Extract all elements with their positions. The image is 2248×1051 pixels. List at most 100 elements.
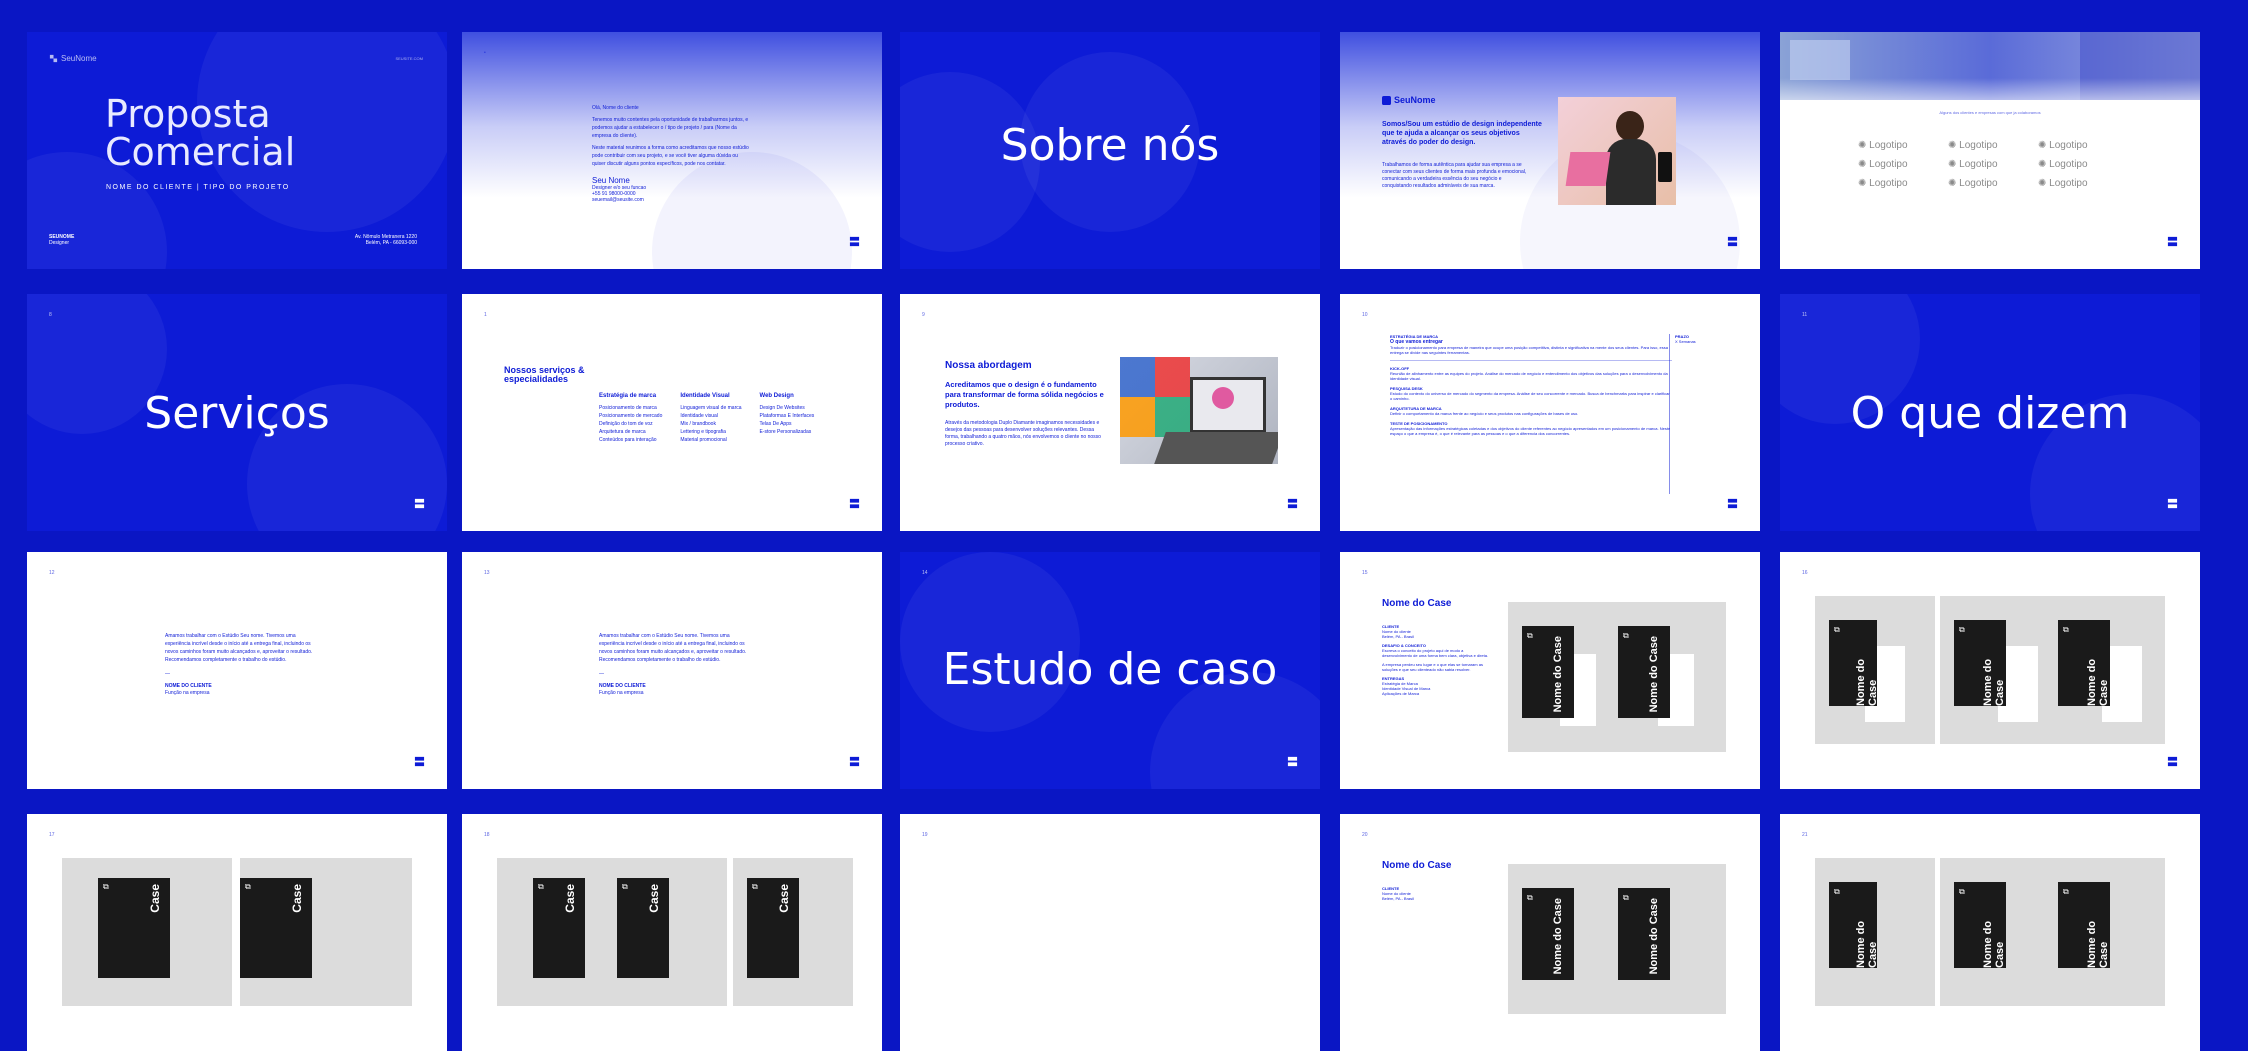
testimonial-block: Amamos trabalhar com o Estúdio Seu nome.… xyxy=(165,633,313,696)
case-mockup-frame: ⧉ Case xyxy=(240,858,412,1006)
section-title: Estudo de caso xyxy=(942,644,1278,695)
logo-mark-icon xyxy=(849,498,860,509)
case-title: Nome do Case xyxy=(1382,860,1452,871)
case-title: Nome do Case xyxy=(1382,598,1452,609)
client-logo: ✺ Logotipo xyxy=(2038,159,2088,170)
logo-mark-icon xyxy=(1287,756,1298,767)
about-headline: Somos/Sou um estúdio de design independe… xyxy=(1382,121,1542,146)
slide-case-title[interactable]: 14 Estudo de caso xyxy=(900,552,1320,789)
approach-lead: Acreditamos que o design é o fundamento … xyxy=(945,380,1104,409)
process-deadline: PRAZO X Semanas xyxy=(1675,334,1696,344)
case-mockup-frame: ⧉ Nome do Case xyxy=(1815,858,1935,1006)
slide-letter[interactable]: • Olá, Nome do cliente Tenemos muito con… xyxy=(462,32,882,269)
services-col: Estratégia de marca Posicionamento de ma… xyxy=(599,393,663,443)
case-card: ⧉ Nome do Case xyxy=(1954,882,2006,968)
process-block: ARQUITETURA DE MARCA Definir o comportam… xyxy=(1390,406,1579,416)
client-logo: ✺ Logotipo xyxy=(1858,159,1908,170)
client-logo: ✺ Logotipo xyxy=(1858,140,1908,151)
slide-process[interactable]: 10 ESTRATÉGIA DE MARCA O que vamos entre… xyxy=(1340,294,1760,531)
brand-logo: SeuNome xyxy=(49,54,97,63)
site-url: SEUSITE.COM xyxy=(395,56,423,61)
case-card: ⧉ Case xyxy=(617,878,669,978)
case-info: CLIENTE Nome do cliente Belém, PA - Bras… xyxy=(1382,886,1414,901)
slide-services-title[interactable]: 8 Serviços xyxy=(27,294,447,531)
slide-case-gallery[interactable]: 18 ⧉ Case ⧉ Case ⧉ Case xyxy=(462,814,882,1051)
slide-case-gallery[interactable]: 16 ⧉ Nome do Case ⧉ Nome do Case ⧉ Nome … xyxy=(1780,552,2200,789)
case-mockup-frame: ⧉ Case xyxy=(733,858,853,1006)
approach-title: Nossa abordagem xyxy=(945,360,1032,371)
case-card: ⧉ Nome do Case xyxy=(1829,620,1879,706)
case-card: ⧉ Nome do Case xyxy=(1618,626,1670,718)
case-card: ⧉ Nome do Case xyxy=(2058,882,2110,968)
client-logo: ✺ Logotipo xyxy=(1858,178,1908,189)
slide-testimonial[interactable]: 13 Amamos trabalhar com o Estúdio Seu no… xyxy=(462,552,882,789)
logo-mark-icon xyxy=(849,236,860,247)
case-mockup-frame: ⧉ Nome do Case ⧉ Nome do Case xyxy=(1508,602,1726,752)
client-logo: ✺ Logotipo xyxy=(1948,159,1998,170)
slide-case-gallery[interactable]: 21 ⧉ Nome do Case ⧉ Nome do Case ⧉ Nome … xyxy=(1780,814,2200,1051)
cover-address: Av. Nômulo Metranera 1220 Belém, PA - 66… xyxy=(354,234,417,246)
client-logo-grid: ✺ Logotipo ✺ Logotipo ✺ Logotipo ✺ Logot… xyxy=(1858,140,2128,189)
slide-case-gallery[interactable]: 17 ⧉ Case ⧉ Case xyxy=(27,814,447,1051)
section-title: O que dizem xyxy=(1850,388,2130,439)
logo-mark-icon xyxy=(1287,498,1298,509)
logo-mark-icon xyxy=(414,756,425,767)
client-logo: ✺ Logotipo xyxy=(1948,140,1998,151)
slide-services[interactable]: 1 Nossos serviços & especialidades Estra… xyxy=(462,294,882,531)
case-card: ⧉ Nome do Case xyxy=(1618,888,1670,980)
case-mockup-frame: ⧉ Nome do Case ⧉ Nome do Case xyxy=(1940,858,2165,1006)
slide-testimonials-title[interactable]: 11 O que dizem xyxy=(1780,294,2200,531)
slide-cover[interactable]: SeuNome SEUSITE.COM Proposta Comercial N… xyxy=(27,32,447,269)
client-logo: ✺ Logotipo xyxy=(1948,178,1998,189)
approach-photo xyxy=(1120,357,1278,464)
case-card: ⧉ Nome do Case xyxy=(1954,620,2006,706)
process-list: ESTRATÉGIA DE MARCA O que vamos entregar… xyxy=(1390,334,1672,436)
process-block: ESTRATÉGIA DE MARCA O que vamos entregar… xyxy=(1390,334,1668,355)
logo-mark-icon xyxy=(849,756,860,767)
process-block: KICK-OFF Reunião de alinhamento entre as… xyxy=(1390,366,1668,381)
process-block: PESQUISA DESK Estudo do contexto do univ… xyxy=(1390,386,1670,401)
about-body: Trabalhamos de forma autêntica para ajud… xyxy=(1382,162,1527,189)
case-card: ⧉ Case xyxy=(98,878,170,978)
case-mockup-frame: ⧉ Case xyxy=(62,858,232,1006)
slide-about[interactable]: SeuNome Somos/Sou um estúdio de design i… xyxy=(1340,32,1760,269)
logo-mark-icon xyxy=(2167,498,2178,509)
cover-subtitle: NOME DO CLIENTE | TIPO DO PROJETO xyxy=(106,184,290,191)
about-photo xyxy=(1558,97,1676,205)
process-block: TESTE DE POSICIONAMENTO Apresentação das… xyxy=(1390,421,1671,436)
slide-approach[interactable]: 9 Nossa abordagem Acreditamos que o desi… xyxy=(900,294,1320,531)
brand-icon xyxy=(1382,95,1391,105)
letter-body: Olá, Nome do cliente Tenemos muito conte… xyxy=(592,105,749,203)
cover-title: Proposta Comercial xyxy=(105,92,296,174)
case-mockup-frame: ⧉ Nome do Case xyxy=(1815,596,1935,744)
brand-icon xyxy=(49,54,58,63)
case-info: CLIENTE Nome do cliente Belém, PA - Bras… xyxy=(1382,624,1489,696)
cover-author: SEUNOME Designer xyxy=(49,234,75,246)
slide-blank[interactable]: 19 xyxy=(900,814,1320,1051)
testimonial-block: Amamos trabalhar com o Estúdio Seu nome.… xyxy=(599,633,747,696)
logo-mark-icon xyxy=(1727,236,1738,247)
case-card: ⧉ Nome do Case xyxy=(1829,882,1879,968)
client-logo: ✺ Logotipo xyxy=(2038,178,2088,189)
brand-logo: SeuNome xyxy=(1382,95,1436,105)
slide-case-detail[interactable]: 20 Nome do Case CLIENTE Nome do cliente … xyxy=(1340,814,1760,1051)
case-mockup-frame: ⧉ Nome do Case ⧉ Nome do Case xyxy=(1508,864,1726,1014)
case-card: ⧉ Nome do Case xyxy=(1522,626,1574,718)
case-mockup-frame: ⧉ Nome do Case ⧉ Nome do Case xyxy=(1940,596,2165,744)
client-logo: ✺ Logotipo xyxy=(2038,140,2088,151)
logo-mark-icon xyxy=(1727,498,1738,509)
slide-clients[interactable]: Alguns dos clientes e empresas com que j… xyxy=(1780,32,2200,269)
logo-mark-icon xyxy=(2167,236,2178,247)
approach-body: Através da metodologia Duplo Diamante im… xyxy=(945,420,1101,447)
case-card: ⧉ Nome do Case xyxy=(1522,888,1574,980)
section-title: Sobre nós xyxy=(1000,120,1220,171)
case-card: ⧉ Case xyxy=(533,878,585,978)
slide-about-title[interactable]: Sobre nós xyxy=(900,32,1320,269)
logo-mark-icon xyxy=(414,498,425,509)
case-card: ⧉ Nome do Case xyxy=(2058,620,2110,706)
slide-testimonial[interactable]: 12 Amamos trabalhar com o Estúdio Seu no… xyxy=(27,552,447,789)
slide-case-detail[interactable]: 15 Nome do Case CLIENTE Nome do cliente … xyxy=(1340,552,1760,789)
services-col: Web Design Design De Websites Plataforma… xyxy=(759,393,815,435)
case-card: ⧉ Case xyxy=(747,878,799,978)
case-mockup-frame: ⧉ Case ⧉ Case xyxy=(497,858,727,1006)
